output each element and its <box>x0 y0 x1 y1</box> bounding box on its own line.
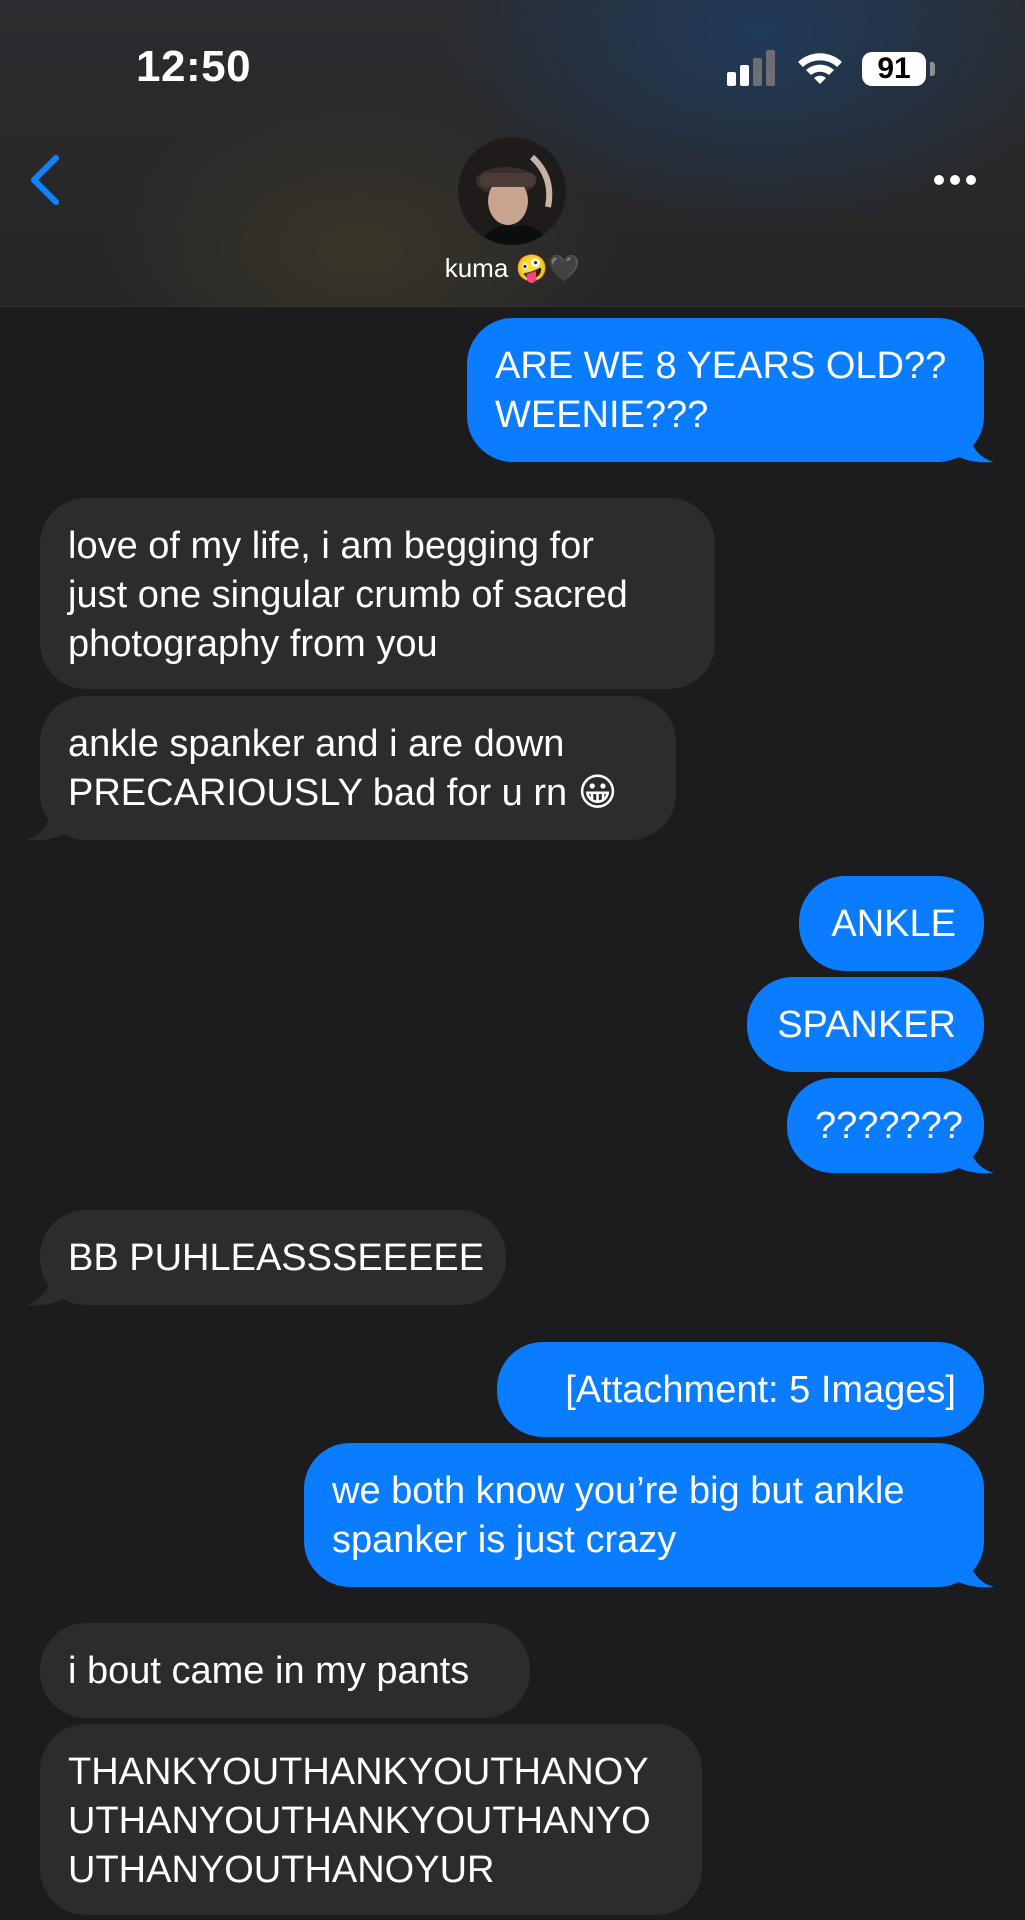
bubble-tail <box>954 1555 994 1588</box>
message-text-line: ARE WE 8 YEARS OLD?? <box>495 345 947 387</box>
message-text-line: WEENIE??? <box>495 394 709 436</box>
status-time: 12:50 <box>136 42 252 91</box>
message-text-line: [Attachment: 5 Images] <box>565 1369 956 1411</box>
more-icon-dot <box>934 175 944 185</box>
message-text-line: love of my life, i am begging for <box>68 525 594 567</box>
outgoing-message[interactable]: SPANKER <box>747 977 984 1072</box>
avatar-image <box>458 137 566 245</box>
wifi-icon <box>798 53 842 84</box>
bubble-tail <box>954 430 994 463</box>
message-text-line: photography from you <box>68 623 438 665</box>
signal-icon <box>727 50 775 86</box>
message-text-line: ankle spanker and i are down <box>68 723 565 765</box>
more-button[interactable] <box>930 170 980 190</box>
message-text-line: ANKLE <box>831 903 956 945</box>
incoming-message[interactable]: THANKYOUTHANKYOUTHANOY UTHANYOUTHANKYOUTH… <box>40 1724 702 1915</box>
message-text-line: UTHANYOUTHANOYUR <box>68 1849 495 1891</box>
outgoing-message[interactable]: we both know you’re big but ankle spanker… <box>304 1443 984 1587</box>
outgoing-message[interactable]: ANKLE <box>799 876 984 971</box>
incoming-message[interactable]: i bout came in my pants <box>40 1623 530 1718</box>
message-text-line: spanker is just crazy <box>332 1519 677 1561</box>
bubble-tail <box>26 808 66 841</box>
message-text-line: PRECARIOUSLY bad for u rn 😀 <box>68 772 618 814</box>
more-icon-dot <box>966 175 976 185</box>
incoming-message[interactable]: love of my life, i am begging for just on… <box>40 498 715 689</box>
back-button[interactable] <box>26 152 66 208</box>
message-text-line: SPANKER <box>777 1004 956 1046</box>
message-text-line: THANKYOUTHANKYOUTHANOY <box>68 1751 649 1793</box>
battery-cap <box>930 62 935 76</box>
message-text-line: i bout came in my pants <box>68 1650 470 1692</box>
chevron-left-icon <box>31 155 59 205</box>
message-text-line: BB PUHLEASSSEEEEE <box>68 1237 485 1279</box>
bubble-tail <box>26 1273 66 1306</box>
conversation-header: 12:50 91 kuma 🤪🖤 <box>0 0 1025 307</box>
contact-name[interactable]: kuma 🤪🖤 <box>0 253 1025 284</box>
incoming-message[interactable]: ankle spanker and i are down PRECARIOUSLY… <box>40 696 676 840</box>
bubble-tail <box>954 1141 994 1174</box>
message-text-line: just one singular crumb of sacred <box>68 574 628 616</box>
message-text-line: ??????? <box>815 1105 963 1147</box>
battery-icon: 91 <box>862 52 926 86</box>
more-icon-dot <box>950 175 960 185</box>
outgoing-message[interactable]: ARE WE 8 YEARS OLD?? WEENIE??? <box>467 318 984 462</box>
message-text-line: UTHANYOUTHANKYOUTHANYO <box>68 1800 651 1842</box>
message-text-line: we both know you’re big but ankle <box>332 1470 905 1512</box>
outgoing-message[interactable]: [Attachment: 5 Images] <box>497 1342 984 1437</box>
incoming-message[interactable]: BB PUHLEASSSEEEEE <box>40 1210 506 1305</box>
avatar[interactable] <box>458 137 566 245</box>
